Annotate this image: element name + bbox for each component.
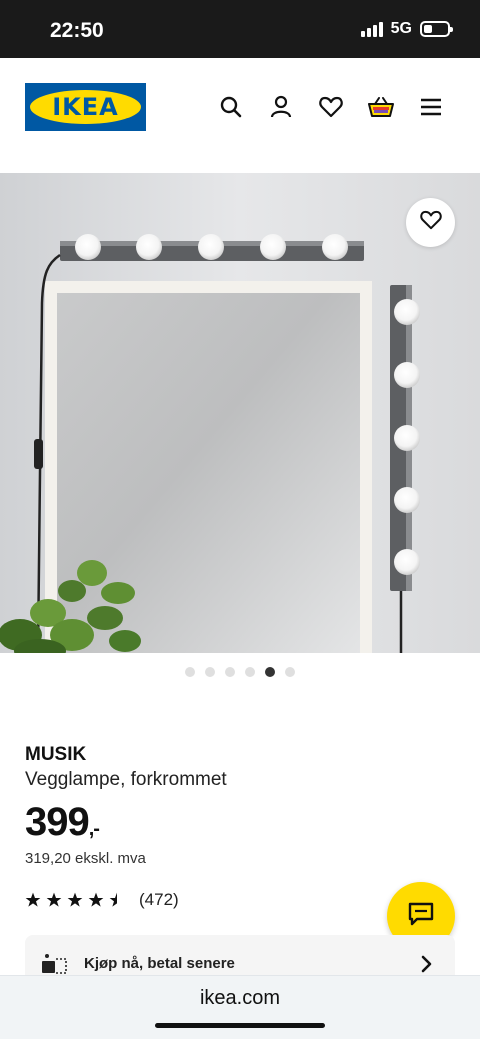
battery-icon [420,21,453,37]
browser-url-bar[interactable]: ikea.com [0,975,480,1039]
rating-count: (472) [139,890,179,909]
product-price: 399,- [25,800,100,845]
ikea-logo[interactable]: IKEA [25,83,146,131]
product-name: MUSIK [25,744,87,765]
signal-icon [360,21,383,37]
carousel-dot[interactable] [285,667,295,677]
product-image[interactable] [0,173,480,653]
carousel-dot[interactable] [245,667,255,677]
favorite-button[interactable] [406,198,455,247]
payment-label: Kjøp nå, betal senere [84,955,235,972]
carousel-dot[interactable] [265,667,275,677]
carousel-dot[interactable] [205,667,215,677]
network-type: 5G [390,20,412,37]
logo-oval: IKEA [30,90,141,124]
menu-icon[interactable] [418,94,444,120]
price-value: 399 [25,800,90,844]
rating-stars [25,892,125,908]
url-text: ikea.com [199,987,281,1009]
status-bar: 22:50 5G [0,0,480,58]
status-time: 22:50 [50,19,104,42]
carousel-dot[interactable] [185,667,195,677]
star-full-icon [46,892,62,907]
star-full-icon [25,892,41,907]
chat-icon [408,902,434,931]
home-indicator[interactable] [155,1023,325,1028]
battery-level [424,25,432,33]
logo-text: IKEA [52,93,119,121]
star-full-icon [67,892,83,907]
price-excl-vat: 319,20 ekskl. mva [25,850,146,867]
product-rating[interactable]: (472) [25,890,179,910]
heart-outline-icon [419,210,442,235]
status-indicators: 5G [360,20,453,38]
carousel-dots [0,667,480,677]
wishlist-heart-icon[interactable] [318,94,344,120]
product-description: Vegglampe, forkrommet [25,769,227,790]
header-actions [218,94,444,120]
search-icon[interactable] [218,94,244,120]
star-full-icon [88,892,104,907]
account-icon[interactable] [268,94,294,120]
site-header: IKEA [0,58,480,173]
star-half-icon [109,892,117,907]
carousel-dot[interactable] [225,667,235,677]
price-suffix: ,- [88,818,100,840]
shopping-bag-icon[interactable] [368,94,394,120]
